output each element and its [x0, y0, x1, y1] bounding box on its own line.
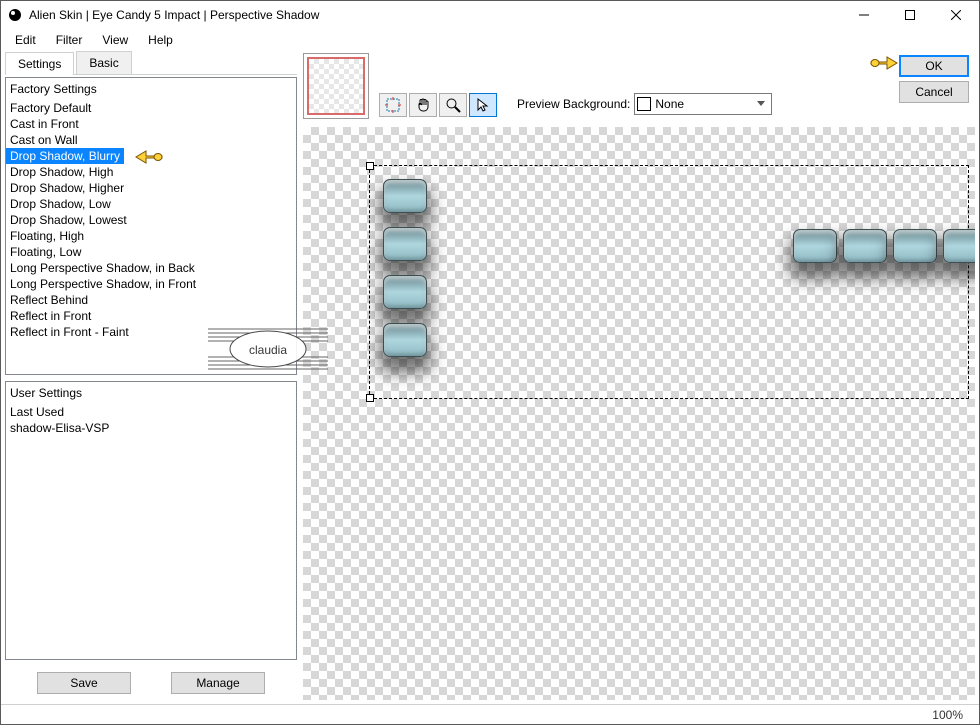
preview-shape: [793, 229, 837, 263]
titlebar: Alien Skin | Eye Candy 5 Impact | Perspe…: [1, 1, 979, 29]
list-item[interactable]: shadow-Elisa-VSP: [6, 420, 296, 436]
chevron-down-icon: [753, 94, 769, 114]
preview-canvas[interactable]: [303, 127, 975, 700]
list-item[interactable]: Long Perspective Shadow, in Front: [6, 276, 296, 292]
preview-shape: [383, 179, 427, 213]
preview-shape: [943, 229, 975, 263]
selection-bounds[interactable]: [369, 165, 969, 399]
move-selection-tool[interactable]: [379, 93, 407, 117]
preview-shape: [383, 323, 427, 357]
preview-background-value: None: [655, 97, 753, 111]
list-item[interactable]: Cast in Front: [6, 116, 296, 132]
pointer-hand-icon: [134, 145, 164, 170]
maximize-button[interactable]: [887, 1, 933, 29]
pan-tool[interactable]: [409, 93, 437, 117]
save-button[interactable]: Save: [37, 672, 131, 694]
menu-filter[interactable]: Filter: [46, 31, 93, 49]
preview-shape: [383, 227, 427, 261]
list-item[interactable]: Drop Shadow, Low: [6, 196, 296, 212]
list-item[interactable]: Reflect in Front - Faint: [6, 324, 296, 340]
list-item[interactable]: Long Perspective Shadow, in Back: [6, 260, 296, 276]
pointer-tool[interactable]: [469, 93, 497, 117]
navigator-thumbnail[interactable]: [303, 53, 369, 119]
preview-toolbar: [379, 93, 497, 117]
swatch-icon: [637, 97, 651, 111]
menubar: Edit Filter View Help: [1, 29, 979, 51]
user-settings-list[interactable]: User Settings Last Used shadow-Elisa-VSP: [5, 381, 297, 660]
navigator-viewport[interactable]: [307, 57, 365, 115]
close-button[interactable]: [933, 1, 979, 29]
factory-settings-list[interactable]: Factory Settings Factory Default Cast in…: [5, 77, 297, 375]
list-item[interactable]: Reflect in Front: [6, 308, 296, 324]
zoom-tool[interactable]: [439, 93, 467, 117]
list-item[interactable]: Floating, Low: [6, 244, 296, 260]
menu-view[interactable]: View: [92, 31, 138, 49]
list-item[interactable]: Reflect Behind: [6, 292, 296, 308]
preview-shape: [383, 275, 427, 309]
preview-shape: [893, 229, 937, 263]
list-item[interactable]: Drop Shadow, Lowest: [6, 212, 296, 228]
tab-settings[interactable]: Settings: [5, 52, 74, 75]
menu-help[interactable]: Help: [138, 31, 183, 49]
tab-basic[interactable]: Basic: [76, 51, 131, 74]
settings-tabs: Settings Basic: [5, 51, 297, 75]
minimize-button[interactable]: [841, 1, 887, 29]
zoom-readout: 100%: [932, 708, 963, 722]
list-item-selected[interactable]: Drop Shadow, Blurry: [6, 148, 296, 164]
preview-shape: [843, 229, 887, 263]
user-settings-header: User Settings: [6, 382, 296, 404]
statusbar: 100%: [1, 704, 979, 724]
list-item-label: Drop Shadow, Blurry: [6, 148, 124, 164]
window-title: Alien Skin | Eye Candy 5 Impact | Perspe…: [29, 8, 841, 22]
list-item[interactable]: Last Used: [6, 404, 296, 420]
list-item[interactable]: Factory Default: [6, 100, 296, 116]
preview-background-label: Preview Background:: [517, 97, 630, 111]
app-icon: [7, 7, 23, 23]
preview-background-select[interactable]: None: [634, 93, 772, 115]
manage-button[interactable]: Manage: [171, 672, 265, 694]
list-item[interactable]: Drop Shadow, Higher: [6, 180, 296, 196]
factory-settings-header: Factory Settings: [6, 78, 296, 100]
menu-edit[interactable]: Edit: [5, 31, 46, 49]
list-item[interactable]: Floating, High: [6, 228, 296, 244]
